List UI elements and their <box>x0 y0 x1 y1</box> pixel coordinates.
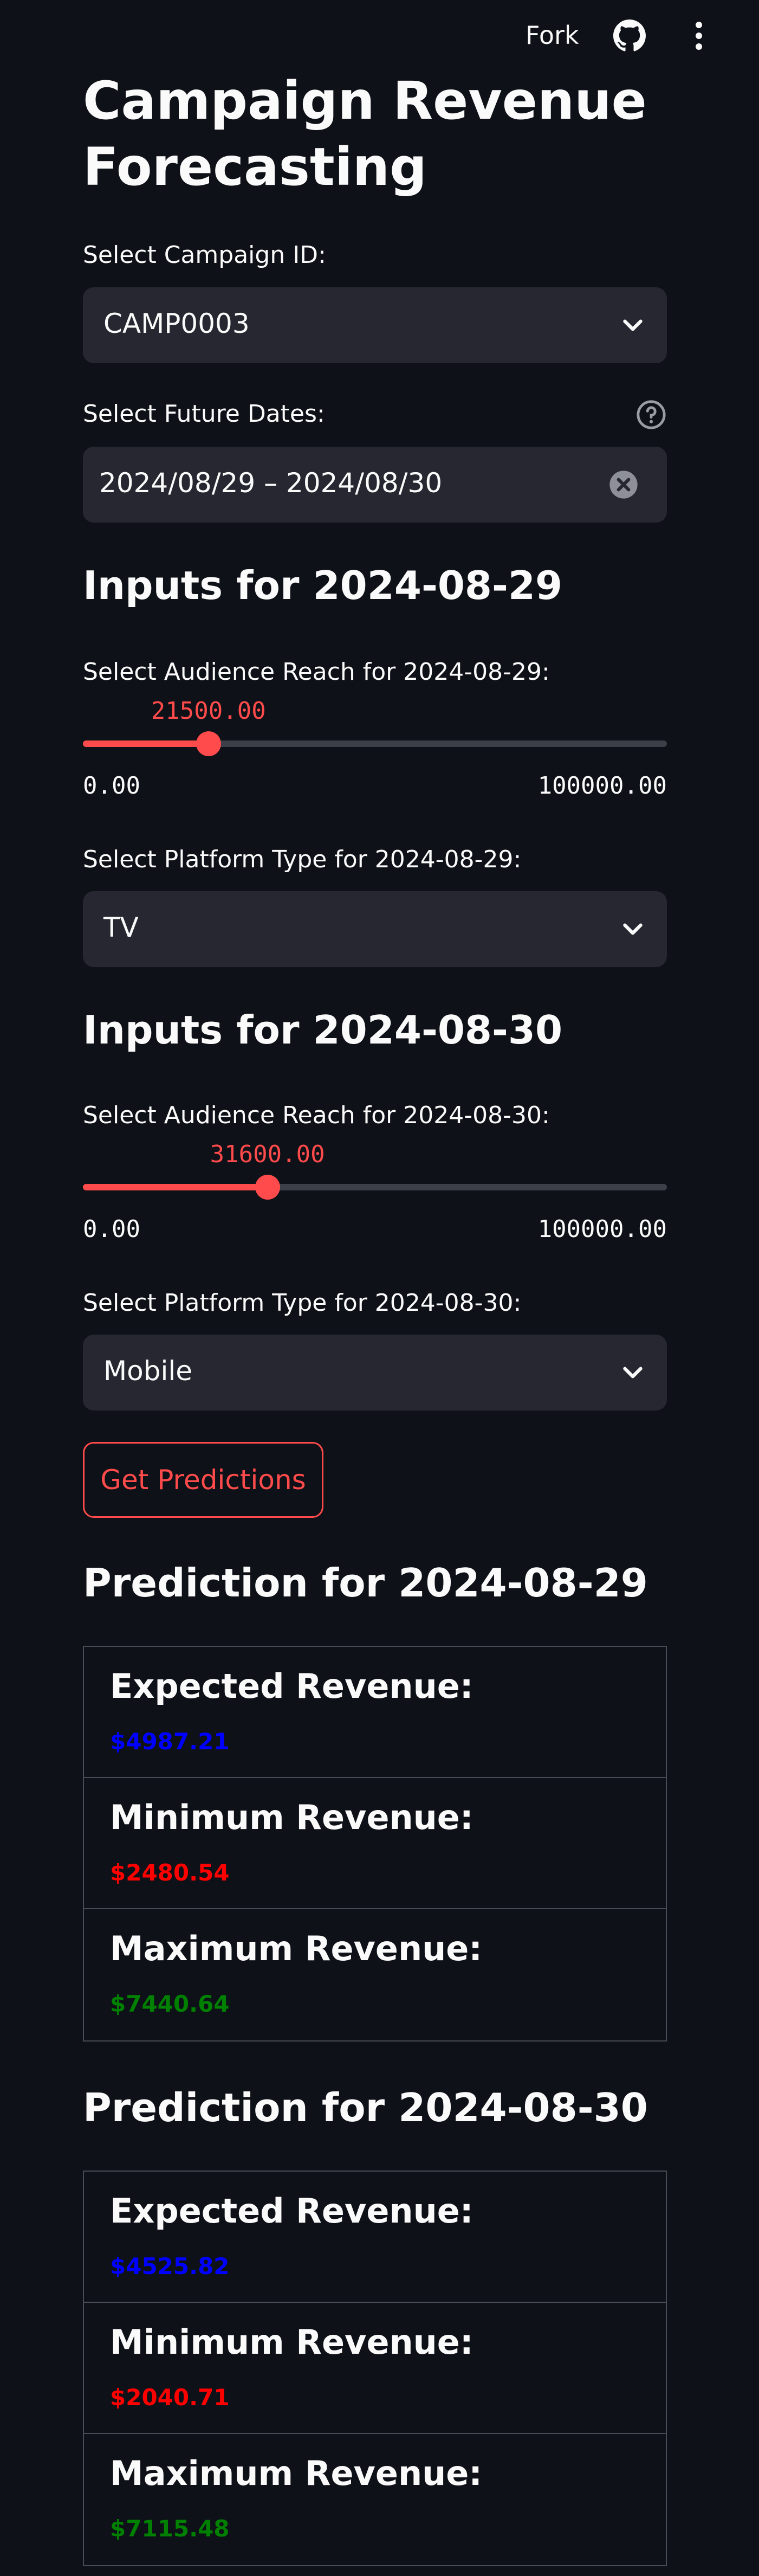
expected-revenue-label: Expected Revenue: <box>110 2191 473 2231</box>
chevron-down-icon <box>623 923 643 935</box>
maximum-revenue-label: Maximum Revenue: <box>110 2453 483 2493</box>
minimum-revenue-label: Minimum Revenue: <box>110 1798 473 1837</box>
minimum-revenue-cell: Minimum Revenue: $2040.71 <box>84 2303 666 2434</box>
maximum-revenue-cell: Maximum Revenue: $7440.64 <box>84 1909 666 2040</box>
prediction-card-day2: Expected Revenue: $4525.82 Minimum Reven… <box>83 2171 667 2566</box>
platform-label-day1: Select Platform Type for 2024-08-29: <box>83 846 522 873</box>
campaign-select-value: CAMP0003 <box>103 308 250 339</box>
reach-min-day1: 0.00 <box>83 772 140 800</box>
reach-slider-thumb-day1[interactable] <box>196 731 221 756</box>
maximum-revenue-value: $7115.48 <box>110 2515 230 2542</box>
platform-select-day1[interactable]: TV <box>83 891 667 967</box>
reach-slider-fill-day2 <box>83 1184 268 1190</box>
maximum-revenue-cell: Maximum Revenue: $7115.48 <box>84 2434 666 2565</box>
github-icon[interactable] <box>613 20 646 52</box>
prediction-heading-day2: Prediction for 2024-08-30 <box>83 2085 648 2130</box>
reach-min-day2: 0.00 <box>83 1215 140 1243</box>
expected-revenue-value: $4987.21 <box>110 1728 230 1755</box>
reach-slider-thumb-day2[interactable] <box>255 1175 280 1200</box>
date-range-input[interactable]: 2024/08/29 – 2024/08/30 <box>83 447 667 523</box>
expected-revenue-cell: Expected Revenue: $4987.21 <box>84 1647 666 1778</box>
reach-label-day1: Select Audience Reach for 2024-08-29: <box>83 658 550 686</box>
minimum-revenue-label: Minimum Revenue: <box>110 2322 473 2362</box>
campaign-select[interactable]: CAMP0003 <box>83 287 667 363</box>
more-menu-icon[interactable] <box>688 20 710 52</box>
campaign-select-label: Select Campaign ID: <box>83 241 326 269</box>
date-range-value: 2024/08/29 – 2024/08/30 <box>99 467 443 499</box>
chevron-down-icon <box>623 319 643 331</box>
clear-icon[interactable] <box>608 469 639 500</box>
platform-select-value-day2: Mobile <box>103 1355 193 1387</box>
platform-label-day2: Select Platform Type for 2024-08-30: <box>83 1289 522 1317</box>
reach-max-day2: 100000.00 <box>537 1215 667 1243</box>
reach-value-day2: 31600.00 <box>210 1141 325 1168</box>
prediction-heading-day1: Prediction for 2024-08-29 <box>83 1560 648 1606</box>
minimum-revenue-value: $2480.54 <box>110 1859 230 1886</box>
maximum-revenue-label: Maximum Revenue: <box>110 1929 483 1968</box>
expected-revenue-cell: Expected Revenue: $4525.82 <box>84 2172 666 2303</box>
maximum-revenue-value: $7440.64 <box>110 1991 230 2017</box>
app-toolbar: Fork <box>0 0 759 70</box>
prediction-card-day1: Expected Revenue: $4987.21 Minimum Reven… <box>83 1646 667 2042</box>
chevron-down-icon <box>623 1367 643 1379</box>
reach-label-day2: Select Audience Reach for 2024-08-30: <box>83 1102 550 1129</box>
dates-label: Select Future Dates: <box>83 400 325 428</box>
platform-select-value-day1: TV <box>103 912 139 943</box>
page-title: Campaign Revenue Forecasting <box>83 70 647 197</box>
inputs-heading-day1: Inputs for 2024-08-29 <box>83 563 563 608</box>
minimum-revenue-value: $2040.71 <box>110 2384 230 2411</box>
expected-revenue-label: Expected Revenue: <box>110 1666 473 1706</box>
fork-link[interactable]: Fork <box>526 21 579 50</box>
reach-slider-day2[interactable] <box>83 1184 667 1190</box>
get-predictions-button[interactable]: Get Predictions <box>83 1442 323 1518</box>
reach-value-day1: 21500.00 <box>151 697 266 725</box>
help-icon[interactable] <box>635 399 667 430</box>
minimum-revenue-cell: Minimum Revenue: $2480.54 <box>84 1778 666 1909</box>
expected-revenue-value: $4525.82 <box>110 2253 230 2279</box>
reach-slider-day1[interactable] <box>83 740 667 747</box>
platform-select-day2[interactable]: Mobile <box>83 1335 667 1411</box>
inputs-heading-day2: Inputs for 2024-08-30 <box>83 1007 563 1053</box>
reach-slider-fill-day1 <box>83 740 209 747</box>
reach-max-day1: 100000.00 <box>537 772 667 800</box>
